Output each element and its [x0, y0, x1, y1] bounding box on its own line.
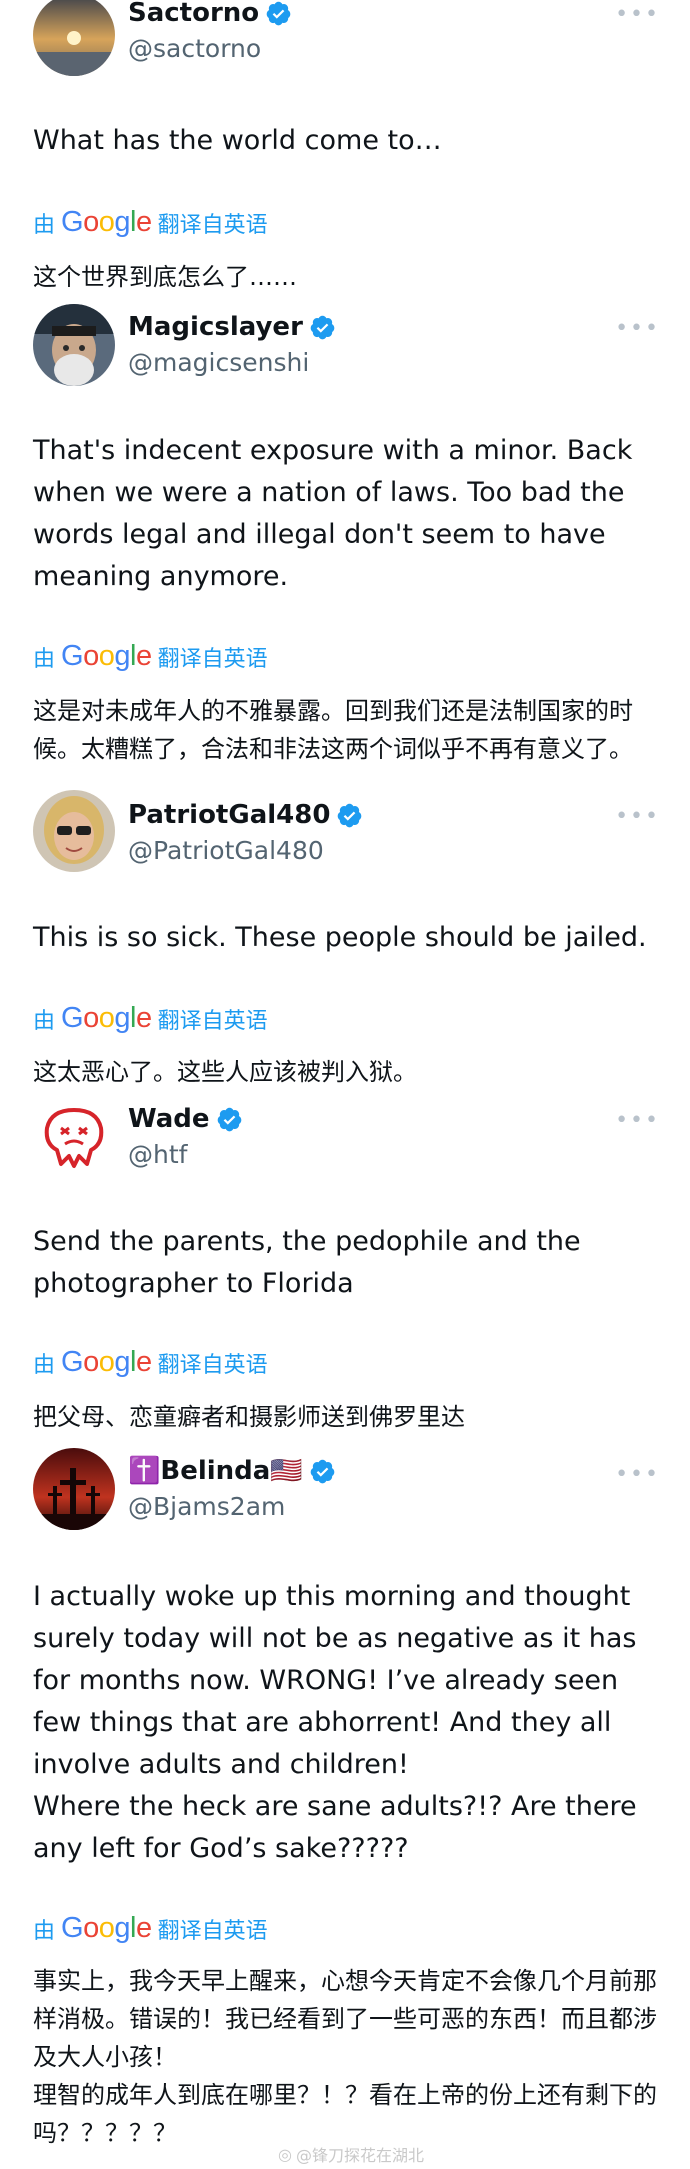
translated-text: 这太恶心了。这些人应该被判入狱。: [33, 1058, 417, 1086]
translate-attribution[interactable]: 由 Google 翻译自英语: [33, 1912, 268, 1945]
display-name[interactable]: PatriotGal480: [128, 800, 330, 830]
more-options-icon[interactable]: •••: [615, 1108, 660, 1133]
google-logo: Google: [61, 1002, 152, 1034]
translate-attribution[interactable]: 由 Google 翻译自英语: [33, 1002, 268, 1035]
translated-text: 事实上，我今天早上醒来，心想今天肯定不会像几个月前那样消极。错误的！我已经看到了…: [33, 1967, 657, 2147]
watermark-text: @锋刀探花在湖北: [295, 2146, 424, 2165]
tweet-text: I actually woke up this morning and thou…: [33, 1581, 637, 1864]
google-logo: Google: [61, 640, 152, 672]
tweet-text: What has the world come to…: [33, 125, 442, 156]
avatar[interactable]: [33, 790, 115, 872]
google-logo: Google: [61, 1346, 152, 1378]
translated-text: 把父母、恋童癖者和摄影师送到佛罗里达: [33, 1403, 465, 1431]
display-name[interactable]: Wade: [128, 1104, 210, 1134]
tweet-text: Send the parents, the pedophile and the …: [33, 1226, 590, 1299]
verified-badge-icon: [216, 1106, 243, 1133]
translate-prefix: 由: [33, 646, 56, 672]
translate-prefix: 由: [33, 1008, 56, 1034]
translate-suffix: 翻译自英语: [157, 1008, 268, 1034]
handle[interactable]: @htf: [128, 1140, 187, 1169]
translate-attribution[interactable]: 由 Google 翻译自英语: [33, 640, 268, 673]
verified-badge-icon: [265, 0, 292, 27]
translate-prefix: 由: [33, 212, 56, 238]
handle[interactable]: @magicsenshi: [128, 348, 309, 377]
google-logo: Google: [61, 206, 152, 238]
handle[interactable]: @Bjams2am: [128, 1492, 285, 1521]
verified-badge-icon: [309, 314, 336, 341]
display-name[interactable]: Sactorno: [128, 0, 259, 28]
weibo-icon: ◎: [278, 2144, 292, 2164]
display-name[interactable]: Magicslayer: [128, 312, 303, 342]
translate-attribution[interactable]: 由 Google 翻译自英语: [33, 1346, 268, 1379]
verified-badge-icon: [336, 802, 363, 829]
handle[interactable]: @PatriotGal480: [128, 836, 324, 865]
translated-text: 这个世界到底怎么了……: [33, 263, 297, 291]
translate-attribution[interactable]: 由 Google 翻译自英语: [33, 206, 268, 239]
translated-text: 这是对未成年人的不雅暴露。回到我们还是法制国家的时候。太糟糕了，合法和非法这两个…: [33, 697, 633, 763]
translate-suffix: 翻译自英语: [157, 1352, 268, 1378]
display-name[interactable]: ✝️Belinda🇺🇸: [128, 1456, 303, 1486]
google-logo: Google: [61, 1912, 152, 1944]
more-options-icon[interactable]: •••: [615, 2, 660, 27]
translate-suffix: 翻译自英语: [157, 646, 268, 672]
more-options-icon[interactable]: •••: [615, 804, 660, 829]
tweet-text: This is so sick. These people should be …: [33, 922, 647, 953]
avatar[interactable]: [33, 0, 115, 76]
handle[interactable]: @sactorno: [128, 34, 261, 63]
translate-suffix: 翻译自英语: [157, 1918, 268, 1944]
avatar[interactable]: [33, 1448, 115, 1530]
verified-badge-icon: [309, 1458, 336, 1485]
more-options-icon[interactable]: •••: [615, 1462, 660, 1487]
avatar[interactable]: [33, 304, 115, 386]
translate-suffix: 翻译自英语: [157, 212, 268, 238]
watermark: ◎ @锋刀探花在湖北: [278, 2142, 424, 2166]
translate-prefix: 由: [33, 1352, 56, 1378]
avatar[interactable]: [33, 1098, 115, 1180]
translate-prefix: 由: [33, 1918, 56, 1944]
tweet-text: That's indecent exposure with a minor. B…: [33, 435, 641, 592]
more-options-icon[interactable]: •••: [615, 316, 660, 341]
